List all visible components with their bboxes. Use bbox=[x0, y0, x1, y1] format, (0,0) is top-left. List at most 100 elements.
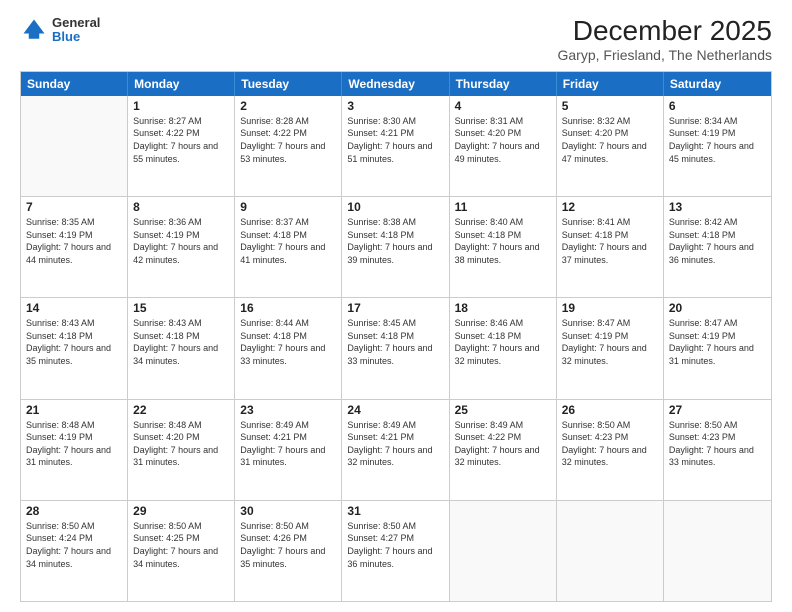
calendar-cell: 1Sunrise: 8:27 AMSunset: 4:22 PMDaylight… bbox=[128, 96, 235, 196]
day-info: Sunrise: 8:50 AMSunset: 4:23 PMDaylight:… bbox=[562, 419, 658, 469]
day-info: Sunrise: 8:27 AMSunset: 4:22 PMDaylight:… bbox=[133, 115, 229, 165]
calendar-cell: 31 Sunrise: 8:50 AMSunset: 4:27 PMDayligh… bbox=[342, 501, 449, 601]
day-number: 23 bbox=[240, 403, 336, 417]
day-number: 26 bbox=[562, 403, 658, 417]
day-info: Sunrise: 8:46 AMSunset: 4:18 PMDaylight:… bbox=[455, 317, 551, 367]
day-info: Sunrise: 8:43 AMSunset: 4:18 PMDaylight:… bbox=[133, 317, 229, 367]
calendar-cell: 30 Sunrise: 8:50 AMSunset: 4:26 PMDayligh… bbox=[235, 501, 342, 601]
day-number: 2 bbox=[240, 99, 336, 113]
day-info: Sunrise: 8:50 AMSunset: 4:23 PMDaylight:… bbox=[669, 419, 766, 469]
day-info: Sunrise: 8:38 AMSunset: 4:18 PMDaylight:… bbox=[347, 216, 443, 266]
day-info: Sunrise: 8:41 AMSunset: 4:18 PMDaylight:… bbox=[562, 216, 658, 266]
day-number: 7 bbox=[26, 200, 122, 214]
calendar-cell: 27 Sunrise: 8:50 AMSunset: 4:23 PMDayligh… bbox=[664, 400, 771, 500]
logo-icon bbox=[20, 16, 48, 44]
day-number: 17 bbox=[347, 301, 443, 315]
day-number: 13 bbox=[669, 200, 766, 214]
weekday-header: Saturday bbox=[664, 72, 771, 96]
day-number: 19 bbox=[562, 301, 658, 315]
calendar-cell: 4 Sunrise: 8:31 AMSunset: 4:20 PMDaylight… bbox=[450, 96, 557, 196]
calendar-cell: 11 Sunrise: 8:40 AMSunset: 4:18 PMDayligh… bbox=[450, 197, 557, 297]
day-number: 14 bbox=[26, 301, 122, 315]
calendar-cell: 18 Sunrise: 8:46 AMSunset: 4:18 PMDayligh… bbox=[450, 298, 557, 398]
calendar-cell: 14 Sunrise: 8:43 AMSunset: 4:18 PMDayligh… bbox=[21, 298, 128, 398]
day-info: Sunrise: 8:47 AMSunset: 4:19 PMDaylight:… bbox=[562, 317, 658, 367]
calendar-cell: 24 Sunrise: 8:49 AMSunset: 4:21 PMDayligh… bbox=[342, 400, 449, 500]
calendar-cell bbox=[664, 501, 771, 601]
calendar-week: 14 Sunrise: 8:43 AMSunset: 4:18 PMDayligh… bbox=[21, 298, 771, 399]
calendar-body: 1Sunrise: 8:27 AMSunset: 4:22 PMDaylight… bbox=[21, 96, 771, 601]
weekday-header: Wednesday bbox=[342, 72, 449, 96]
day-info: Sunrise: 8:49 AMSunset: 4:21 PMDaylight:… bbox=[347, 419, 443, 469]
calendar-cell bbox=[557, 501, 664, 601]
day-info: Sunrise: 8:31 AMSunset: 4:20 PMDaylight:… bbox=[455, 115, 551, 165]
calendar-cell: 20Sunrise: 8:47 AMSunset: 4:19 PMDayligh… bbox=[664, 298, 771, 398]
day-number: 25 bbox=[455, 403, 551, 417]
day-info: Sunrise: 8:43 AMSunset: 4:18 PMDaylight:… bbox=[26, 317, 122, 367]
day-number: 16 bbox=[240, 301, 336, 315]
calendar-cell: 23Sunrise: 8:49 AMSunset: 4:21 PMDayligh… bbox=[235, 400, 342, 500]
page-title: December 2025 bbox=[557, 16, 772, 47]
calendar-week: 1Sunrise: 8:27 AMSunset: 4:22 PMDaylight… bbox=[21, 96, 771, 197]
day-info: Sunrise: 8:50 AMSunset: 4:26 PMDaylight:… bbox=[240, 520, 336, 570]
day-number: 11 bbox=[455, 200, 551, 214]
day-info: Sunrise: 8:40 AMSunset: 4:18 PMDaylight:… bbox=[455, 216, 551, 266]
logo-line2: Blue bbox=[52, 30, 100, 44]
day-number: 18 bbox=[455, 301, 551, 315]
day-number: 24 bbox=[347, 403, 443, 417]
calendar-cell: 10 Sunrise: 8:38 AMSunset: 4:18 PMDayligh… bbox=[342, 197, 449, 297]
day-number: 30 bbox=[240, 504, 336, 518]
logo-text: General Blue bbox=[52, 16, 100, 45]
day-info: Sunrise: 8:50 AMSunset: 4:27 PMDaylight:… bbox=[347, 520, 443, 570]
calendar-cell: 25Sunrise: 8:49 AMSunset: 4:22 PMDayligh… bbox=[450, 400, 557, 500]
day-info: Sunrise: 8:50 AMSunset: 4:24 PMDaylight:… bbox=[26, 520, 122, 570]
calendar-cell: 2 Sunrise: 8:28 AMSunset: 4:22 PMDaylight… bbox=[235, 96, 342, 196]
day-number: 15 bbox=[133, 301, 229, 315]
calendar: SundayMondayTuesdayWednesdayThursdayFrid… bbox=[20, 71, 772, 602]
day-info: Sunrise: 8:35 AMSunset: 4:19 PMDaylight:… bbox=[26, 216, 122, 266]
calendar-cell bbox=[21, 96, 128, 196]
day-number: 5 bbox=[562, 99, 658, 113]
calendar-cell bbox=[450, 501, 557, 601]
logo: General Blue bbox=[20, 16, 100, 45]
day-number: 4 bbox=[455, 99, 551, 113]
calendar-cell: 29Sunrise: 8:50 AMSunset: 4:25 PMDayligh… bbox=[128, 501, 235, 601]
day-info: Sunrise: 8:37 AMSunset: 4:18 PMDaylight:… bbox=[240, 216, 336, 266]
day-info: Sunrise: 8:42 AMSunset: 4:18 PMDaylight:… bbox=[669, 216, 766, 266]
day-number: 10 bbox=[347, 200, 443, 214]
day-number: 27 bbox=[669, 403, 766, 417]
day-number: 12 bbox=[562, 200, 658, 214]
day-number: 28 bbox=[26, 504, 122, 518]
title-block: December 2025 Garyp, Friesland, The Neth… bbox=[557, 16, 772, 63]
day-number: 29 bbox=[133, 504, 229, 518]
day-number: 31 bbox=[347, 504, 443, 518]
day-info: Sunrise: 8:30 AMSunset: 4:21 PMDaylight:… bbox=[347, 115, 443, 165]
day-info: Sunrise: 8:36 AMSunset: 4:19 PMDaylight:… bbox=[133, 216, 229, 266]
day-number: 3 bbox=[347, 99, 443, 113]
day-info: Sunrise: 8:45 AMSunset: 4:18 PMDaylight:… bbox=[347, 317, 443, 367]
day-info: Sunrise: 8:48 AMSunset: 4:19 PMDaylight:… bbox=[26, 419, 122, 469]
calendar-cell: 6Sunrise: 8:34 AMSunset: 4:19 PMDaylight… bbox=[664, 96, 771, 196]
calendar-week: 28 Sunrise: 8:50 AMSunset: 4:24 PMDayligh… bbox=[21, 501, 771, 601]
header: General Blue December 2025 Garyp, Friesl… bbox=[20, 16, 772, 63]
calendar-cell: 13 Sunrise: 8:42 AMSunset: 4:18 PMDayligh… bbox=[664, 197, 771, 297]
day-info: Sunrise: 8:48 AMSunset: 4:20 PMDaylight:… bbox=[133, 419, 229, 469]
calendar-cell: 8Sunrise: 8:36 AMSunset: 4:19 PMDaylight… bbox=[128, 197, 235, 297]
day-info: Sunrise: 8:28 AMSunset: 4:22 PMDaylight:… bbox=[240, 115, 336, 165]
calendar-cell: 21 Sunrise: 8:48 AMSunset: 4:19 PMDayligh… bbox=[21, 400, 128, 500]
day-info: Sunrise: 8:47 AMSunset: 4:19 PMDaylight:… bbox=[669, 317, 766, 367]
weekday-header: Monday bbox=[128, 72, 235, 96]
logo-line1: General bbox=[52, 16, 100, 30]
day-info: Sunrise: 8:44 AMSunset: 4:18 PMDaylight:… bbox=[240, 317, 336, 367]
day-number: 9 bbox=[240, 200, 336, 214]
calendar-week: 21 Sunrise: 8:48 AMSunset: 4:19 PMDayligh… bbox=[21, 400, 771, 501]
calendar-cell: 28 Sunrise: 8:50 AMSunset: 4:24 PMDayligh… bbox=[21, 501, 128, 601]
day-number: 21 bbox=[26, 403, 122, 417]
calendar-cell: 7 Sunrise: 8:35 AMSunset: 4:19 PMDaylight… bbox=[21, 197, 128, 297]
page-subtitle: Garyp, Friesland, The Netherlands bbox=[557, 47, 772, 63]
weekday-header: Tuesday bbox=[235, 72, 342, 96]
calendar-cell: 3 Sunrise: 8:30 AMSunset: 4:21 PMDaylight… bbox=[342, 96, 449, 196]
day-info: Sunrise: 8:32 AMSunset: 4:20 PMDaylight:… bbox=[562, 115, 658, 165]
day-number: 22 bbox=[133, 403, 229, 417]
calendar-header: SundayMondayTuesdayWednesdayThursdayFrid… bbox=[21, 72, 771, 96]
